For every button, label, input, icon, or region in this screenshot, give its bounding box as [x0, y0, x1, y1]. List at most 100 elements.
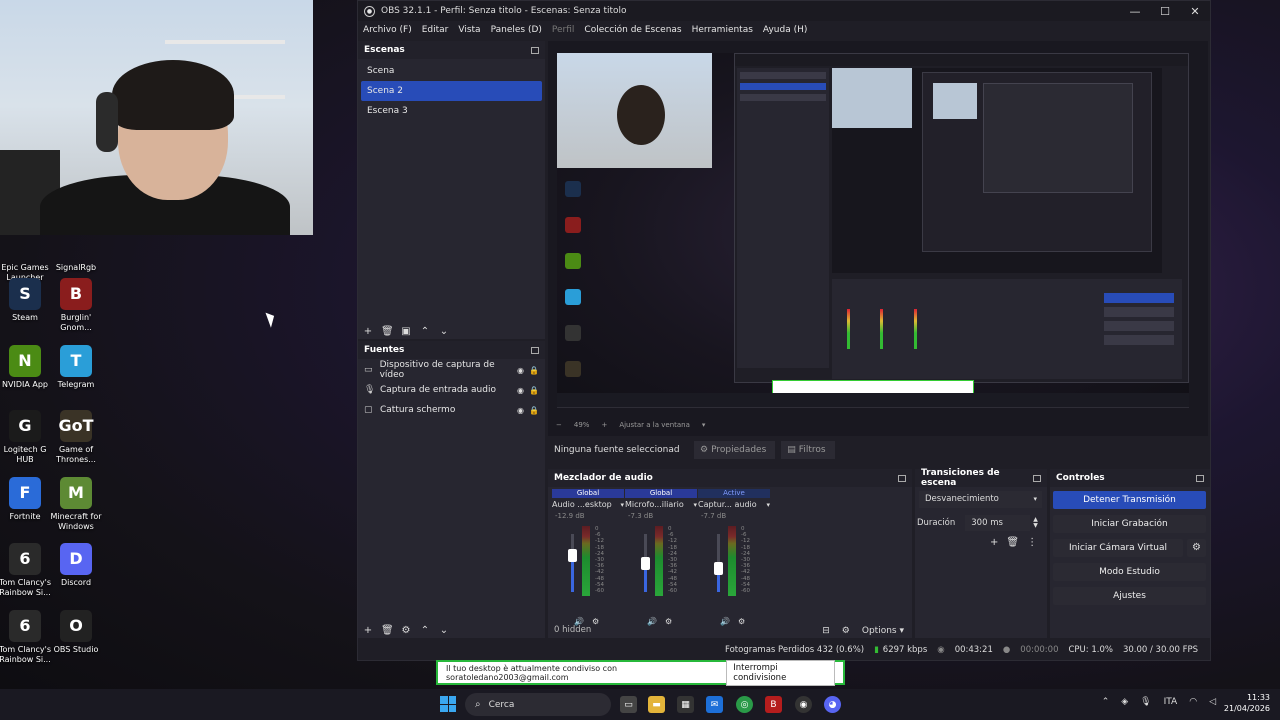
layout-icon[interactable]: ⊟ [822, 626, 830, 636]
desktop-icon[interactable]: D Discord [46, 543, 106, 588]
wifi-icon[interactable]: ◠ [1189, 697, 1197, 707]
trash-icon[interactable]: 🗑 [381, 625, 394, 636]
add-icon[interactable]: + [362, 326, 374, 337]
undock-icon[interactable] [1196, 474, 1204, 482]
network-icon[interactable]: ◈ [1121, 697, 1128, 707]
desktop-icon[interactable]: SignalRgb [46, 228, 106, 273]
properties-button[interactable]: ⚙ Propiedades [694, 441, 776, 459]
studio-mode-button[interactable]: Modo Estudio [1053, 563, 1206, 581]
options-button[interactable]: Options ▾ [862, 626, 904, 636]
eye-icon[interactable]: ◉ [517, 406, 524, 415]
menu-editar[interactable]: Editar [422, 25, 449, 35]
scene-item[interactable]: Escena 3 [361, 101, 542, 121]
lock-icon[interactable]: 🔒 [529, 386, 539, 395]
volume-slider[interactable] [571, 534, 574, 592]
zoom-in-icon[interactable]: + [601, 421, 607, 429]
menu-vista[interactable]: Vista [458, 25, 480, 35]
desktop-icon[interactable]: O OBS Studio [46, 610, 106, 655]
discord-taskbar-icon[interactable]: ◕ [824, 696, 841, 713]
chevron-up-icon[interactable]: ⌃ [1102, 697, 1110, 707]
eye-icon[interactable]: ◉ [517, 386, 524, 395]
scene-item[interactable]: Scena [361, 61, 542, 81]
filter-icon[interactable]: ▣ [400, 326, 412, 337]
move-down-icon[interactable]: ⌄ [438, 625, 450, 636]
menu-coleccion[interactable]: Colección de Escenas [584, 25, 681, 35]
settings-button[interactable]: Ajustes [1053, 587, 1206, 605]
gear-icon[interactable]: ⚙ [592, 617, 599, 626]
windows-start-icon[interactable] [440, 696, 456, 712]
scale-tick: -60 [595, 588, 604, 595]
zoom-out-icon[interactable]: − [556, 421, 562, 429]
volume-slider-handle[interactable] [714, 561, 723, 575]
clock[interactable]: 11:33 21/04/2026 [1224, 692, 1270, 714]
mixer-channel: Global Microfo...iliario ▾ -7.3 dB 0 -6 -12 -18… [625, 489, 697, 639]
virtual-camera-settings-icon[interactable]: ⚙ [1187, 539, 1206, 557]
zoom-mode[interactable]: Ajustar a la ventana [619, 421, 690, 429]
duration-input[interactable]: 300 ms [965, 515, 1031, 531]
stop-stream-button[interactable]: Detener Transmisión [1053, 491, 1206, 509]
source-item[interactable]: ▭ Dispositivo de captura de vídeo ◉ 🔒 [358, 360, 545, 380]
undock-icon[interactable] [898, 474, 906, 482]
language-indicator[interactable]: ITA [1164, 697, 1178, 707]
volume-slider-handle[interactable] [568, 549, 577, 562]
volume-slider-handle[interactable] [641, 556, 650, 570]
menu-ayuda[interactable]: Ayuda (H) [763, 25, 807, 35]
undock-icon[interactable] [531, 346, 539, 354]
chevron-down-icon[interactable]: ▾ [702, 421, 706, 429]
preview-canvas[interactable]: − 49% + Ajustar a la ventana ▾ [548, 41, 1208, 436]
add-icon[interactable]: + [362, 625, 374, 636]
source-item[interactable]: 🎙 Captura de entrada audio ◉ 🔒 [358, 380, 545, 400]
desktop-icon[interactable]: M Minecraft for Windows [46, 477, 106, 532]
lock-icon[interactable]: 🔒 [529, 366, 539, 375]
source-item[interactable]: ▢ Cattura schermo ◉ 🔒 [358, 400, 545, 420]
virtual-camera-button[interactable]: Iniciar Cámara Virtual [1053, 539, 1183, 557]
menu-paneles[interactable]: Paneles (D) [491, 25, 542, 35]
filters-button[interactable]: ▤ Filtros [781, 441, 835, 459]
obs-taskbar-icon[interactable]: ◉ [795, 696, 812, 713]
taskbar-search[interactable]: ⌕ Cerca [465, 693, 611, 716]
eye-icon[interactable]: ◉ [517, 366, 524, 375]
move-down-icon[interactable]: ⌄ [438, 326, 450, 337]
chrome-icon[interactable]: ◎ [736, 696, 753, 713]
app-icon: O [60, 610, 92, 642]
lock-icon[interactable]: 🔒 [529, 406, 539, 415]
chevron-down-icon[interactable]: ▾ [693, 501, 697, 509]
gear-icon[interactable]: ⚙ [738, 617, 745, 626]
undock-icon[interactable] [1033, 474, 1041, 482]
maximize-button[interactable]: ☐ [1150, 5, 1180, 18]
scene-item-selected[interactable]: Scena 2 [361, 81, 542, 101]
settings-icon[interactable]: ⚙ [842, 626, 850, 636]
desktop-icon[interactable]: GoT Game of Thrones... [46, 410, 106, 465]
chevron-down-icon[interactable]: ▾ [620, 501, 624, 509]
menu-archivo[interactable]: Archivo (F) [363, 25, 412, 35]
outlook-icon[interactable]: ✉ [706, 696, 723, 713]
app-icon[interactable]: B [765, 696, 782, 713]
move-up-icon[interactable]: ⌃ [419, 326, 431, 337]
trash-icon[interactable]: 🗑 [381, 326, 394, 337]
add-icon[interactable]: + [990, 537, 998, 548]
desktop-icon[interactable]: B Burglin' Gnom... [46, 278, 106, 333]
menu-herramientas[interactable]: Herramientas [692, 25, 753, 35]
volume-icon[interactable]: ◁ [1209, 697, 1216, 707]
menu-perfil[interactable]: Perfil [552, 25, 575, 35]
trash-icon[interactable]: 🗑 [1006, 537, 1019, 548]
desktop-icon[interactable]: T Telegram [46, 345, 106, 390]
speaker-icon[interactable]: 🔊 [720, 617, 730, 626]
chevron-down-icon[interactable]: ▾ [766, 501, 770, 509]
close-button[interactable]: ✕ [1180, 5, 1210, 18]
minimize-button[interactable]: — [1120, 5, 1150, 18]
file-explorer-icon[interactable]: ▬ [648, 696, 665, 713]
speaker-icon[interactable]: 🔊 [647, 617, 657, 626]
undock-icon[interactable] [531, 46, 539, 54]
transition-select[interactable]: Desvanecimiento ▾ [919, 491, 1042, 508]
move-up-icon[interactable]: ⌃ [419, 625, 431, 636]
microphone-icon[interactable]: 🎙 [1140, 697, 1151, 707]
start-recording-button[interactable]: Iniciar Grabación [1053, 515, 1206, 533]
task-view-icon[interactable]: ▭ [620, 696, 637, 713]
gear-icon[interactable]: ⚙ [665, 617, 672, 626]
store-icon[interactable]: ▦ [677, 696, 694, 713]
stop-sharing-button[interactable]: Interrompi condivisione [726, 659, 835, 686]
gear-icon[interactable]: ⚙ [400, 625, 412, 636]
more-icon[interactable]: ⋮ [1027, 537, 1037, 548]
spinner-icon[interactable]: ▲ ▼ [1033, 517, 1038, 529]
